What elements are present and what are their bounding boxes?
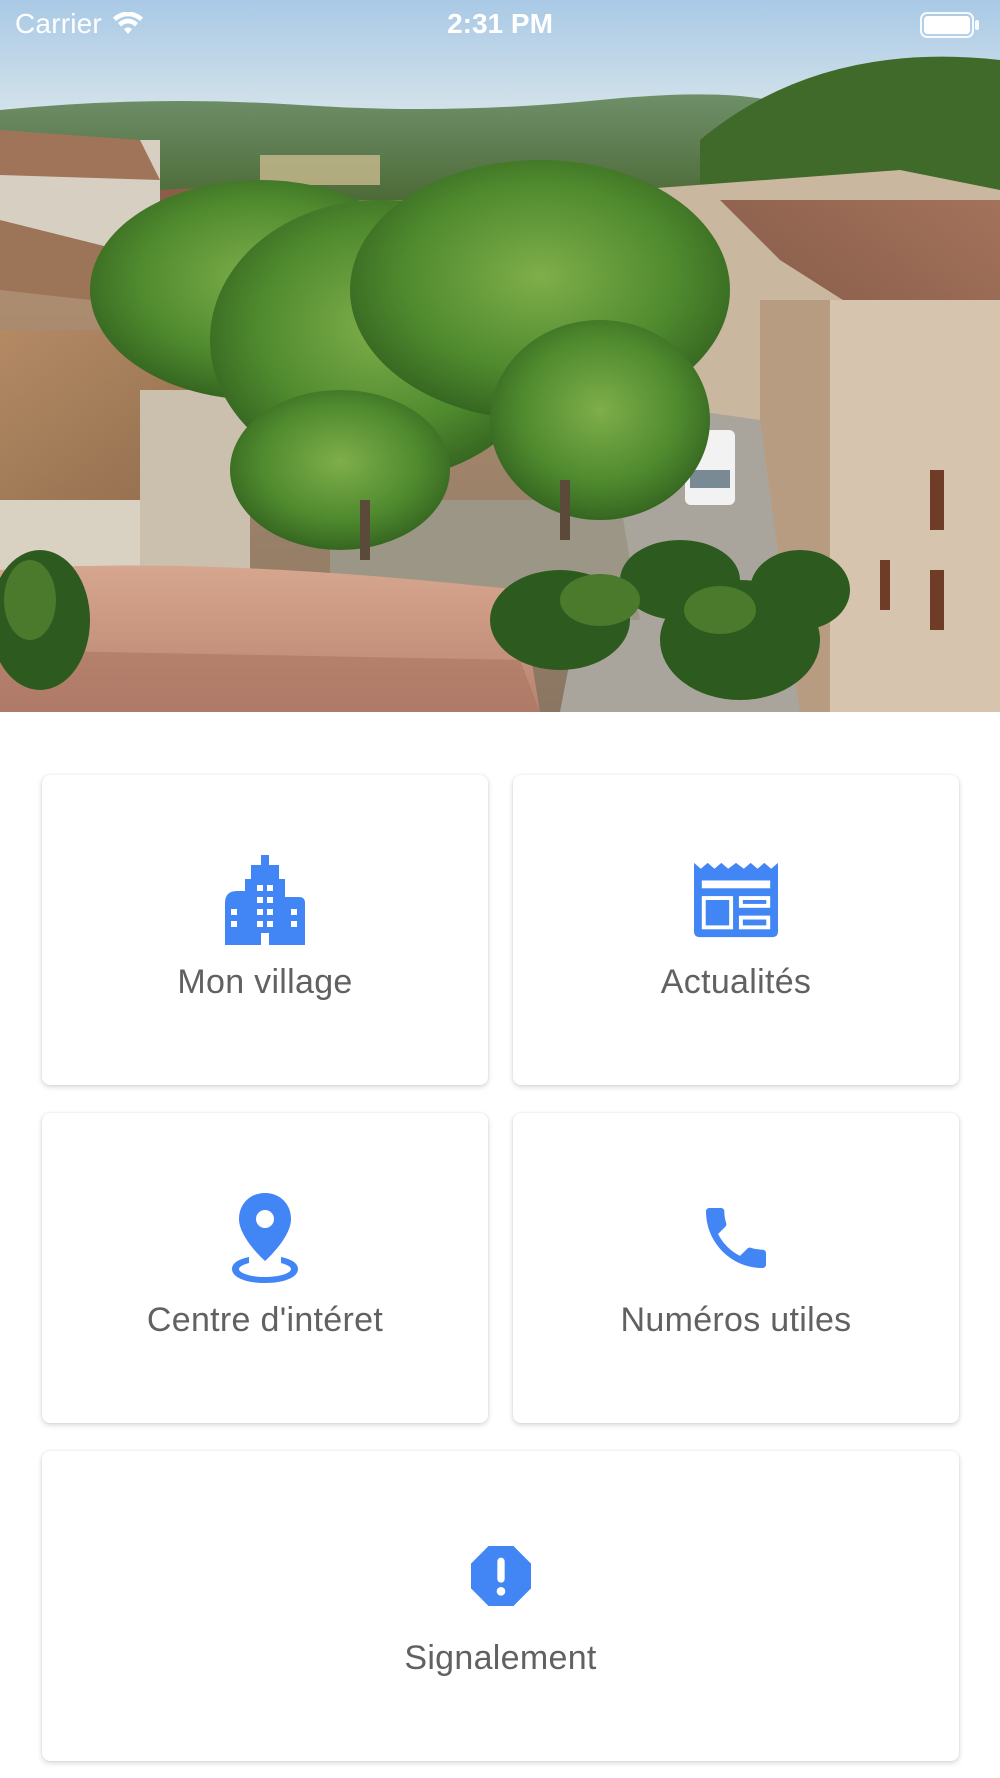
mon-village-label: Mon village — [177, 963, 353, 1001]
numeros-utiles-label: Numéros utiles — [620, 1301, 852, 1339]
centre-interet-card[interactable]: Centre d'intéret — [42, 1113, 488, 1423]
battery-icon — [920, 12, 979, 38]
village-street-photo — [0, 0, 1000, 712]
actualites-card[interactable]: Actualités — [513, 775, 959, 1085]
actualites-label: Actualités — [660, 963, 812, 1001]
newspaper-icon — [694, 855, 778, 945]
numeros-utiles-card[interactable]: Numéros utiles — [513, 1113, 959, 1423]
map-pin-icon — [223, 1193, 307, 1283]
hero-image — [0, 0, 1000, 712]
alert-octagon-icon — [459, 1531, 543, 1621]
signalement-label: Signalement — [404, 1639, 597, 1677]
mon-village-card[interactable]: Mon village — [42, 775, 488, 1085]
city-buildings-icon — [223, 855, 307, 945]
centre-interet-label: Centre d'intéret — [146, 1301, 384, 1339]
signalement-card[interactable]: Signalement — [42, 1451, 959, 1761]
phone-icon — [694, 1193, 778, 1283]
status-bar: Carrier 2:31 PM — [0, 0, 1000, 50]
clock: 2:31 PM — [447, 8, 553, 39]
